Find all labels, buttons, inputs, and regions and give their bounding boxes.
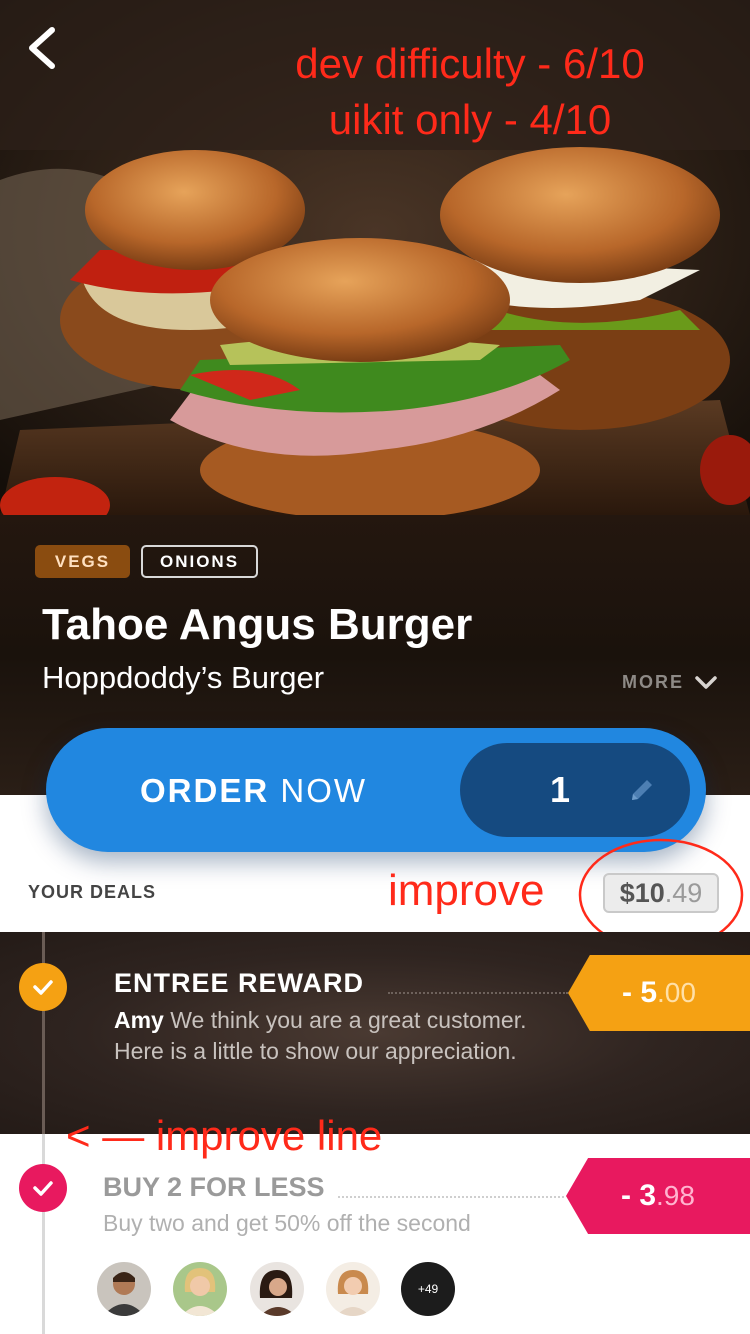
- deal-2-check-icon[interactable]: [19, 1164, 67, 1212]
- more-button[interactable]: MORE: [622, 672, 718, 693]
- annotation-dev-difficulty: dev difficulty - 6/10: [295, 40, 645, 87]
- more-label: MORE: [622, 672, 684, 692]
- deal-1-check-icon[interactable]: [19, 963, 67, 1011]
- deal-2-discount-cents: .98: [656, 1180, 695, 1211]
- quantity-stepper[interactable]: 1: [460, 743, 690, 837]
- more-users-badge[interactable]: +49: [401, 1262, 455, 1316]
- order-now-button[interactable]: ORDER NOW 1: [46, 728, 706, 852]
- deal-1-description: Amy We think you are a great customer. H…: [114, 1005, 534, 1067]
- annotation-uikit-only: uikit only - 4/10: [328, 96, 612, 143]
- your-deals-heading: YOUR DEALS: [28, 882, 157, 902]
- deal-1-customer-name: Amy: [114, 1007, 164, 1033]
- product-title: Tahoe Angus Burger: [42, 600, 473, 649]
- avatar[interactable]: [173, 1262, 227, 1316]
- chevron-down-icon: [695, 675, 717, 689]
- deal-1-message: We think you are a great customer. Here …: [114, 1007, 527, 1064]
- deal-2-dotted-leader: [338, 1196, 564, 1198]
- deal-1-discount-ribbon: - 5.00: [568, 955, 750, 1031]
- order-label-light: NOW: [280, 772, 368, 809]
- deal-2-description: Buy two and get 50% off the second: [103, 1210, 471, 1236]
- avatar[interactable]: [250, 1262, 304, 1316]
- order-now-label: ORDER NOW: [140, 772, 367, 810]
- restaurant-name: Hoppdoddy’s Burger: [42, 660, 325, 695]
- tag-vegs[interactable]: VEGS: [35, 545, 130, 578]
- deal-1-discount-cents: .00: [657, 977, 696, 1008]
- annotation-improve-line: < — improve line: [66, 1112, 383, 1159]
- deal-1-discount-main: - 5: [622, 976, 658, 1009]
- pencil-icon[interactable]: [628, 776, 656, 804]
- deal-2-discount-main: - 3: [621, 1179, 657, 1212]
- deal-1-dotted-leader: [388, 992, 568, 994]
- tag-onions[interactable]: ONIONS: [141, 545, 258, 578]
- avatar[interactable]: [97, 1262, 151, 1316]
- deal-2-title: BUY 2 FOR LESS: [103, 1172, 325, 1202]
- price-cents: .49: [664, 877, 703, 908]
- deal-1-title: ENTREE REWARD: [114, 968, 365, 998]
- total-price-badge: $10.49: [603, 873, 719, 913]
- back-chevron-icon[interactable]: [22, 22, 66, 74]
- price-dollars: $10: [619, 877, 665, 908]
- quantity-value: 1: [550, 769, 571, 810]
- avatar[interactable]: [326, 1262, 380, 1316]
- deal-2-discount-ribbon: - 3.98: [566, 1158, 750, 1234]
- order-label-bold: ORDER: [140, 772, 270, 809]
- annotation-improve: improve: [388, 866, 545, 915]
